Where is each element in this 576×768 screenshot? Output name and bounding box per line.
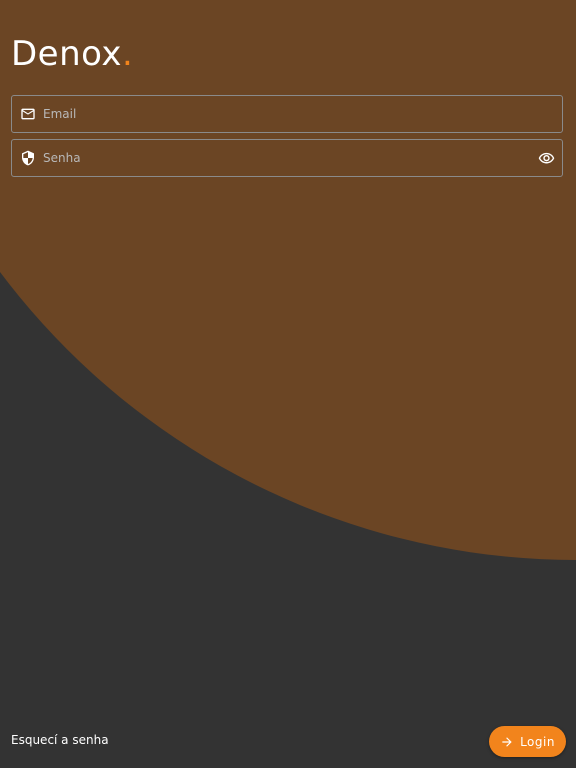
shield-icon — [20, 150, 36, 166]
password-field[interactable] — [11, 139, 563, 177]
brand-name: Denox — [11, 34, 123, 74]
mail-icon — [20, 106, 36, 122]
login-button[interactable]: Login — [489, 726, 566, 757]
brand-logo: Denox. — [11, 34, 133, 74]
forgot-password-link[interactable]: Esquecí a senha — [11, 733, 109, 747]
eye-icon[interactable] — [538, 149, 556, 167]
password-input[interactable] — [43, 140, 538, 176]
email-field[interactable] — [11, 95, 563, 133]
brand-dot: . — [122, 34, 134, 74]
login-label: Login — [520, 734, 555, 749]
email-input[interactable] — [43, 96, 562, 132]
arrow-right-icon — [500, 735, 514, 749]
